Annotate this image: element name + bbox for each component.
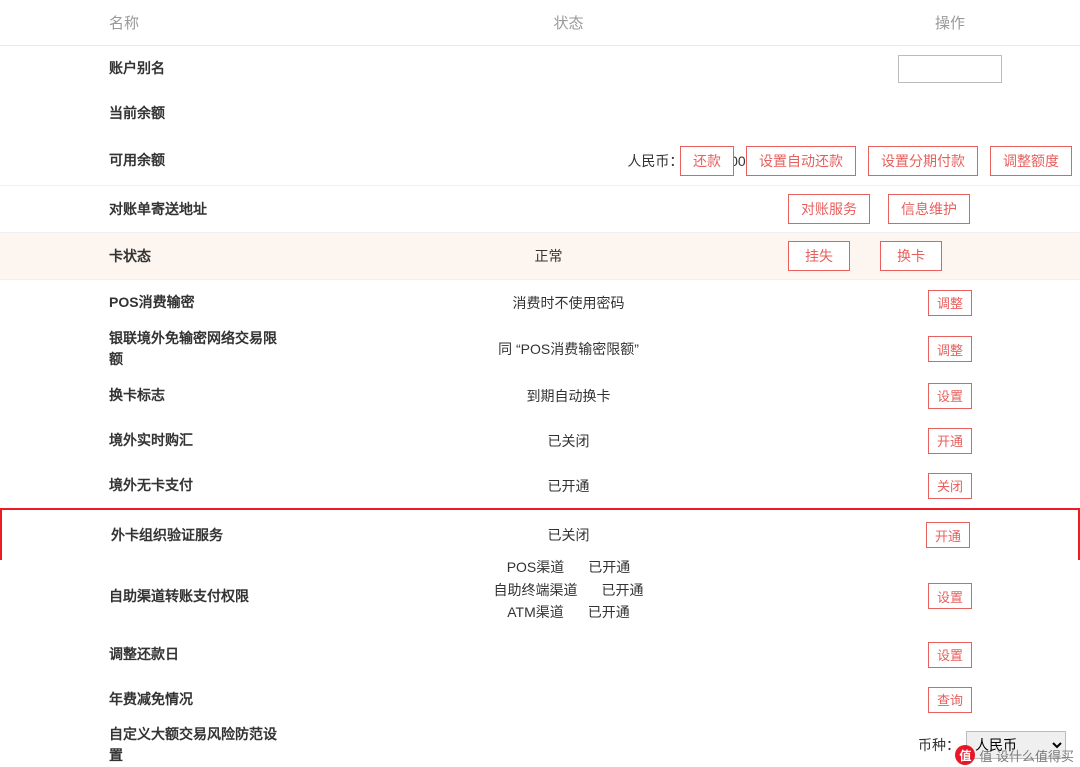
label-statement-address: 对账单寄送地址 xyxy=(0,199,317,220)
status-pos-pin: 消费时不使用密码 xyxy=(317,293,820,313)
label-custom-risk: 自定义大额交易风险防范设置 xyxy=(0,724,317,766)
label-self-channel: 自助渠道转账支付权限 xyxy=(0,586,317,607)
adjust-limit-button[interactable]: 调整额度 xyxy=(990,146,1072,176)
label-cardless-abroad: 境外无卡支付 xyxy=(0,475,317,496)
statement-service-button[interactable]: 对账服务 xyxy=(788,194,870,224)
label-fx-realtime: 境外实时购汇 xyxy=(0,430,317,451)
status-cardless-abroad: 已开通 xyxy=(317,476,820,496)
watermark-logo-icon: 值 xyxy=(955,745,975,765)
installment-button[interactable]: 设置分期付款 xyxy=(868,146,978,176)
auto-repay-button[interactable]: 设置自动还款 xyxy=(746,146,856,176)
label-unionpay-limit: 银联境外免输密网络交易限额 xyxy=(0,328,317,370)
status-fx-realtime: 已关闭 xyxy=(317,431,820,451)
status-card-replace-flag: 到期自动换卡 xyxy=(317,386,820,406)
repay-button[interactable]: 还款 xyxy=(680,146,734,176)
label-annual-fee: 年费减免情况 xyxy=(0,689,317,710)
label-card-replace-flag: 换卡标志 xyxy=(0,385,317,406)
label-repay-day: 调整还款日 xyxy=(0,644,317,665)
info-maintain-button[interactable]: 信息维护 xyxy=(888,194,970,224)
status-self-channel: POS渠道 已开通 自助终端渠道 已开通 ATM渠道 已开通 xyxy=(317,568,820,623)
label-foreign-card-verify: 外卡组织验证服务 xyxy=(2,525,319,546)
header-status: 状态 xyxy=(317,12,820,33)
row-pos-pin: POS消费输密 消费时不使用密码 调整 xyxy=(0,280,1080,325)
row-current-balance: 当前余额 xyxy=(0,91,1080,136)
query-annual-fee-button[interactable]: 查询 xyxy=(928,687,972,713)
label-account-alias: 账户别名 xyxy=(0,58,317,79)
watermark-text: 值 设什么值得买 xyxy=(979,746,1074,765)
adjust-unionpay-button[interactable]: 调整 xyxy=(928,336,972,362)
row-card-replace-flag: 换卡标志 到期自动换卡 设置 xyxy=(0,373,1080,418)
row-custom-risk: 自定义大额交易风险防范设置 币种： 人民币 值 值 设什么值得买 xyxy=(0,722,1080,767)
set-self-channel-button[interactable]: 设置 xyxy=(928,583,972,609)
status-card-status: 正常 xyxy=(317,246,780,266)
watermark: 值 值 设什么值得买 xyxy=(955,745,1074,765)
row-unionpay-limit: 银联境外免输密网络交易限额 同 “POS消费输密限额” 调整 xyxy=(0,325,1080,373)
replace-card-button[interactable]: 换卡 xyxy=(880,241,942,271)
row-fx-realtime: 境外实时购汇 已关闭 开通 xyxy=(0,418,1080,463)
status-unionpay-limit: 同 “POS消费输密限额” xyxy=(317,339,820,359)
report-loss-button[interactable]: 挂失 xyxy=(788,241,850,271)
row-repay-day: 调整还款日 设置 xyxy=(0,632,1080,677)
currency-label: 币种： xyxy=(918,735,960,755)
enable-fx-button[interactable]: 开通 xyxy=(928,428,972,454)
row-card-status: 卡状态 正常 挂失 换卡 xyxy=(0,233,1080,280)
enable-foreign-verify-button[interactable]: 开通 xyxy=(926,522,970,548)
set-card-replace-button[interactable]: 设置 xyxy=(928,383,972,409)
row-available-balance: 可用余额 人民币：66,670.00 ⌄ 还款 设置自动还款 设置分期付款 调整… xyxy=(0,136,1080,186)
status-foreign-card-verify: 已关闭 xyxy=(319,525,818,545)
label-current-balance: 当前余额 xyxy=(0,103,317,124)
row-annual-fee: 年费减免情况 查询 xyxy=(0,677,1080,722)
row-cardless-abroad: 境外无卡支付 已开通 关闭 xyxy=(0,463,1080,508)
label-card-status: 卡状态 xyxy=(0,246,317,267)
label-pos-pin: POS消费输密 xyxy=(0,292,317,313)
table-header: 名称 状态 操作 xyxy=(0,0,1080,46)
row-foreign-card-verify: 外卡组织验证服务 已关闭 开通 xyxy=(0,508,1080,560)
header-action: 操作 xyxy=(820,12,1080,33)
adjust-pos-pin-button[interactable]: 调整 xyxy=(928,290,972,316)
row-account-alias: 账户别名 xyxy=(0,46,1080,91)
disable-cardless-button[interactable]: 关闭 xyxy=(928,473,972,499)
row-statement-address: 对账单寄送地址 对账服务 信息维护 xyxy=(0,186,1080,233)
row-self-channel: 自助渠道转账支付权限 POS渠道 已开通 自助终端渠道 已开通 ATM渠道 已开… xyxy=(0,560,1080,632)
alias-input[interactable] xyxy=(898,55,1002,83)
set-repay-day-button[interactable]: 设置 xyxy=(928,642,972,668)
label-available-balance: 可用余额 xyxy=(0,150,317,171)
header-name: 名称 xyxy=(0,12,317,33)
